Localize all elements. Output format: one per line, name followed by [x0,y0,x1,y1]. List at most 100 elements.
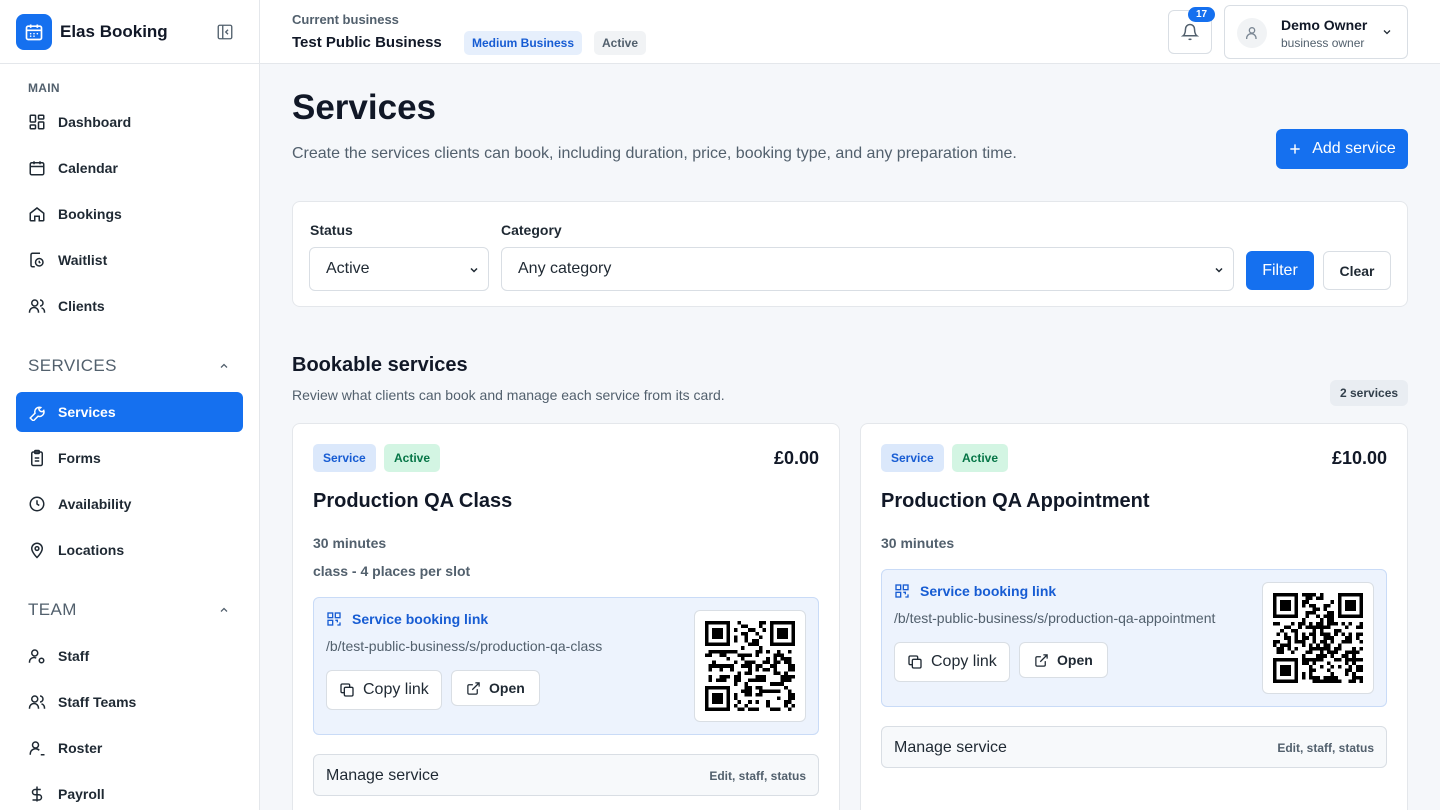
manage-service-hint: Edit, staff, status [709,769,806,783]
sidebar-item-label: Roster [58,740,103,756]
copy-link-label: Copy link [931,653,997,670]
sidebar-item-label: Clients [58,298,105,314]
category-select[interactable]: Any category [501,247,1234,291]
open-link-button[interactable]: Open [451,670,540,706]
chevron-down-icon [1213,264,1225,276]
plus-icon [1288,142,1302,156]
sidebar-item-label: Payroll [58,786,105,802]
service-type-tag: Service [881,444,944,472]
add-service-button[interactable]: Add service [1276,129,1408,169]
booking-link-url: /b/test-public-business/s/production-qa-… [326,638,603,654]
service-price: £10.00 [1331,448,1387,468]
sidebar-item-bookings[interactable]: Bookings [16,194,243,234]
status-select[interactable]: Active [309,247,489,291]
user-icon [1244,25,1260,41]
filter-panel: Status Active Category Any category Filt… [292,201,1408,307]
status-badge: Active [594,31,647,55]
plan-badge: Medium Business [464,31,583,55]
users-icon [28,693,46,711]
external-link-icon [1034,653,1049,668]
home-icon [28,205,46,223]
chevron-down-icon [1381,26,1393,38]
section-subtitle: Review what clients can book and manage … [292,387,725,403]
user-cog-icon [28,647,46,665]
manage-service-hint: Edit, staff, status [1277,741,1374,755]
notification-count-badge: 17 [1188,7,1215,22]
waitlist-icon [28,251,46,269]
user-name: Demo Owner [1281,17,1368,33]
copy-link-button[interactable]: Copy link [326,670,442,710]
app-name: Elas Booking [60,21,168,41]
booking-link-url: /b/test-public-business/s/production-qa-… [894,610,1216,626]
booking-link-title: Service booking link [894,583,1056,599]
manage-service-row[interactable]: Manage service Edit, staff, status [881,726,1387,768]
sidebar-item-payroll[interactable]: Payroll [16,774,243,810]
qr-code-icon [894,583,910,599]
sidebar-item-label: Services [58,404,116,420]
clear-button[interactable]: Clear [1323,251,1391,290]
page-title: Services [292,88,437,127]
booking-link-title-text: Service booking link [920,583,1057,599]
open-link-label: Open [489,680,525,696]
chevron-up-icon[interactable] [218,604,230,616]
status-filter-label: Status [310,222,353,238]
brand: Elas Booking [0,0,259,64]
sidebar-item-label: Forms [58,450,101,466]
booking-link-panel: Service booking link /b/test-public-busi… [313,597,819,735]
manage-service-label: Manage service [326,767,439,784]
filter-button[interactable]: Filter [1246,251,1314,290]
sidebar-item-dashboard[interactable]: Dashboard [16,102,243,142]
sidebar-item-services[interactable]: Services [16,392,243,432]
sidebar-item-label: Dashboard [58,114,132,130]
sidebar-item-staff[interactable]: Staff [16,636,243,676]
booking-link-title-text: Service booking link [352,611,489,627]
user-menu[interactable]: Demo Owner business owner [1224,5,1408,59]
bell-icon [1181,23,1199,41]
service-card: Service Active £10.00 Production QA Appo… [860,423,1408,810]
users-icon [28,297,46,315]
clock-icon [28,495,46,513]
sidebar-item-availability[interactable]: Availability [16,484,243,524]
sidebar-item-forms[interactable]: Forms [16,438,243,478]
business-name: Test Public Business [292,34,442,51]
sidebar-item-locations[interactable]: Locations [16,530,243,570]
sidebar-item-calendar[interactable]: Calendar [16,148,243,188]
wrench-icon [28,403,46,421]
qr-code-image [1262,582,1374,694]
sidebar-item-staff-teams[interactable]: Staff Teams [16,682,243,722]
service-status-tag: Active [952,444,1009,472]
sidebar-item-roster[interactable]: Roster [16,728,243,768]
clipboard-icon [28,449,46,467]
calendar-logo-icon [16,13,52,50]
category-select-value: Any category [518,260,612,277]
service-status-tag: Active [384,444,441,472]
booking-link-title: Service booking link [326,611,488,627]
dollar-icon [28,785,46,803]
section-label-services: SERVICES [28,356,117,375]
category-filter-label: Category [501,222,562,238]
sidebar-item-label: Staff [58,648,90,664]
user-role: business owner [1281,36,1365,50]
sidebar-item-label: Bookings [58,206,122,222]
sidebar-item-waitlist[interactable]: Waitlist [16,240,243,280]
service-name: Production QA Class [313,490,513,512]
chevron-down-icon [468,264,480,276]
user-icon [28,739,46,757]
chevron-up-icon[interactable] [218,360,230,372]
top-bar: Current business Test Public Business Me… [260,0,1440,64]
section-label-team: TEAM [28,600,77,619]
qr-code-icon [326,611,342,627]
manage-service-row[interactable]: Manage service Edit, staff, status [313,754,819,796]
booking-link-panel: Service booking link /b/test-public-busi… [881,569,1387,707]
status-select-value: Active [326,260,370,277]
service-duration: 30 minutes [313,535,387,551]
section-title: Bookable services [292,354,468,376]
sidebar-collapse-icon[interactable] [216,23,234,41]
copy-link-label: Copy link [363,681,429,698]
open-link-button[interactable]: Open [1019,642,1108,678]
page-subtitle: Create the services clients can book, in… [292,145,1017,162]
copy-link-button[interactable]: Copy link [894,642,1010,682]
open-link-label: Open [1057,652,1093,668]
sidebar-item-clients[interactable]: Clients [16,286,243,326]
sidebar-item-label: Calendar [58,160,118,176]
